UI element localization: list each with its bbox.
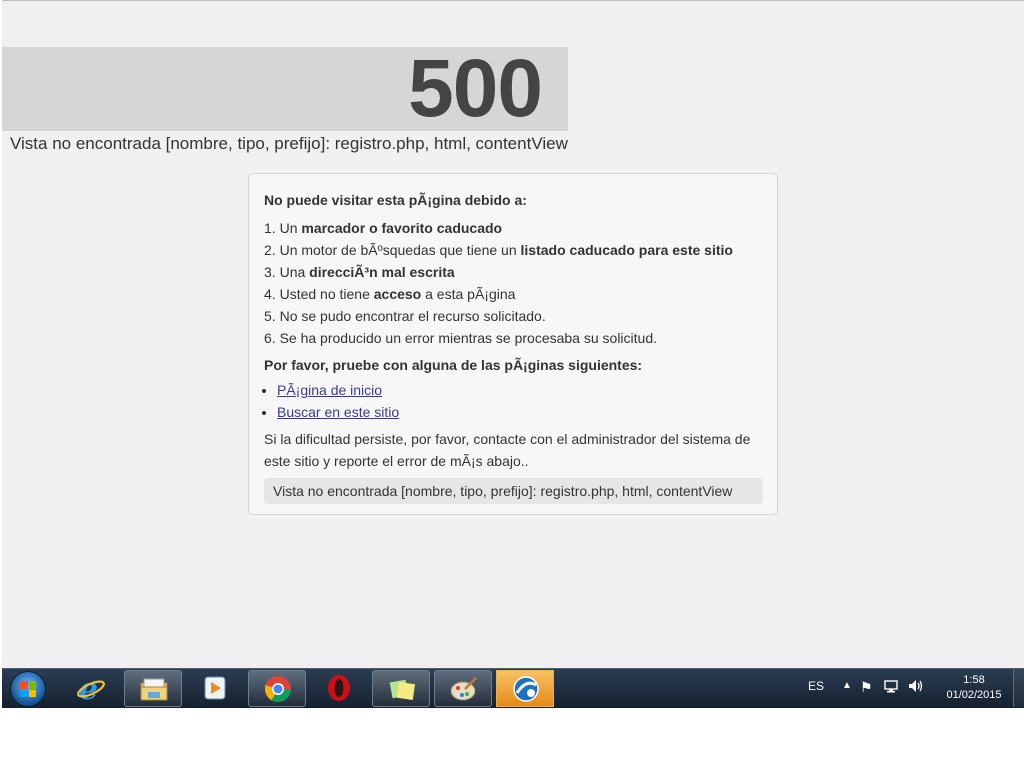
taskbar-item-active-app[interactable] <box>496 670 554 707</box>
reason-text: Usted no tiene <box>275 286 374 302</box>
taskbar-item-chrome[interactable] <box>248 670 306 707</box>
suggestions-list: PÃ¡gina de inicio Buscar en este sitio <box>264 379 762 423</box>
paint-icon <box>449 675 479 703</box>
taskbar-item-paint[interactable] <box>434 670 492 707</box>
reason-item: 5. No se pudo encontrar el recurso solic… <box>264 305 762 327</box>
volume-icon[interactable] <box>908 679 924 696</box>
show-hidden-icons-icon[interactable]: ▲ <box>842 680 852 691</box>
reason-number: 4. <box>264 286 276 302</box>
taskbar: e ES ▲ ⚑ 1:58 01/02/2015 <box>2 668 1024 708</box>
reason-item: 6. Se ha producido un error mientras se … <box>264 327 762 349</box>
reason-number: 6. <box>264 330 276 346</box>
reason-emphasis: direcciÃ³n mal escrita <box>309 264 455 280</box>
file-explorer-icon <box>139 675 169 703</box>
show-desktop-button[interactable] <box>1013 669 1024 707</box>
reason-number: 3. <box>264 264 276 280</box>
error-detail-box: Vista no encontrada [nombre, tipo, prefi… <box>264 478 763 504</box>
internet-explorer-icon: e <box>76 674 106 702</box>
reason-item: 4. Usted no tiene acceso a esta pÃ¡gina <box>264 283 762 305</box>
reason-item: 3. Una direcciÃ³n mal escrita <box>264 261 762 283</box>
reason-emphasis: listado caducado para este sitio <box>520 242 733 258</box>
error-code: 500 <box>408 43 543 134</box>
reasons-heading: No puede visitar esta pÃ¡gina debido a: <box>264 192 527 208</box>
taskbar-item-explorer[interactable] <box>124 670 182 707</box>
network-icon[interactable] <box>884 679 898 696</box>
reason-number: 2. <box>264 242 276 258</box>
suggestion-item: PÃ¡gina de inicio <box>277 379 762 401</box>
reason-text: Un <box>275 220 302 236</box>
suggestion-item: Buscar en este sitio <box>277 401 762 423</box>
reason-emphasis: acceso <box>373 286 422 302</box>
error-message: Vista no encontrada [nombre, tipo, prefi… <box>10 134 568 153</box>
sticky-notes-icon <box>387 675 417 703</box>
reason-number: 1. <box>264 220 276 236</box>
taskbar-item-media[interactable] <box>186 670 244 707</box>
reason-number: 5. <box>264 308 276 324</box>
language-indicator[interactable]: ES <box>808 679 824 693</box>
home-page-link[interactable]: PÃ¡gina de inicio <box>277 382 382 398</box>
reason-item: 2. Un motor de bÃºsquedas que tiene un l… <box>264 239 762 261</box>
suggestions-heading: Por favor, pruebe con alguna de las pÃ¡g… <box>264 357 643 373</box>
app-icon <box>511 675 541 703</box>
taskbar-item-sticky[interactable] <box>372 670 430 707</box>
reason-text: Se ha producido un error mientras se pro… <box>275 330 658 346</box>
taskbar-item-ie[interactable]: e <box>62 670 120 707</box>
media-player-icon <box>200 674 230 702</box>
search-site-link[interactable]: Buscar en este sitio <box>277 404 399 420</box>
browser-viewport: 500 Vista no encontrada [nombre, tipo, p… <box>2 0 1024 708</box>
taskbar-item-opera[interactable] <box>310 670 368 707</box>
reason-item: 1. Un marcador o favorito caducado <box>264 217 762 239</box>
error-code-banner: 500 <box>2 47 568 131</box>
opera-icon <box>324 674 354 702</box>
reason-text-end: a esta pÃ¡gina <box>421 286 516 302</box>
error-details-panel: No puede visitar esta pÃ¡gina debido a: … <box>248 173 778 515</box>
reason-text: Una <box>275 264 310 280</box>
reason-text: No se pudo encontrar el recurso solicita… <box>275 308 546 324</box>
support-note: Si la dificultad persiste, por favor, co… <box>264 431 751 469</box>
clock-date: 01/02/2015 <box>946 689 1002 701</box>
windows-logo-icon <box>20 681 36 697</box>
reason-emphasis: marcador o favorito caducado <box>301 220 503 236</box>
action-center-flag-icon[interactable]: ⚑ <box>860 679 873 696</box>
reasons-list: 1. Un marcador o favorito caducado 2. Un… <box>264 217 762 349</box>
start-button[interactable] <box>10 671 46 707</box>
clock-time: 1:58 <box>963 674 985 686</box>
clock[interactable]: 1:58 01/02/2015 <box>932 673 1016 703</box>
chrome-icon <box>263 675 293 703</box>
reason-text: Un motor de bÃºsquedas que tiene un <box>275 242 521 258</box>
